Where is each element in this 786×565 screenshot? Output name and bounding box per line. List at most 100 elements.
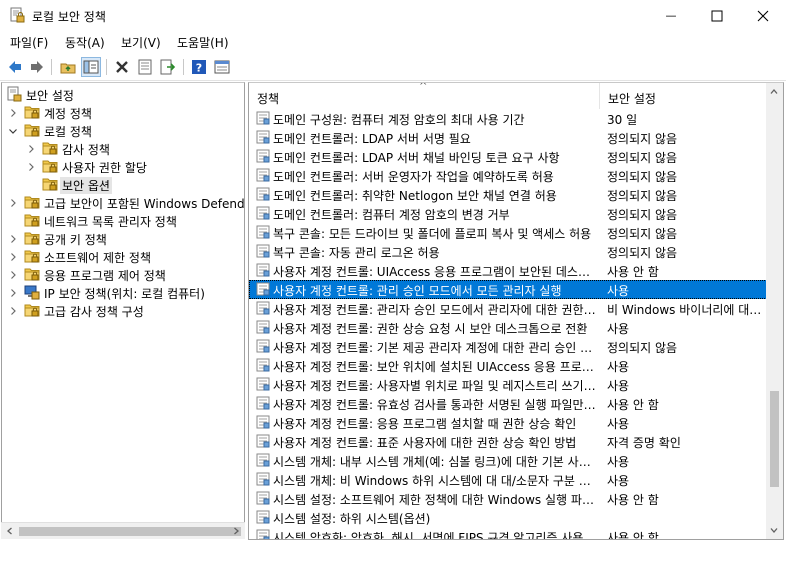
properties-button[interactable] <box>135 57 155 77</box>
column-header-security-setting[interactable]: 보안 설정 <box>600 83 767 109</box>
policy-row[interactable]: 도메인 컨트롤러: 취약한 Netlogon 보안 채널 연결 허용 정의되지 않… <box>249 185 767 204</box>
scroll-left-icon[interactable] <box>5 526 15 536</box>
tree-item[interactable]: 소프트웨어 제한 정책 <box>2 247 244 265</box>
tree-item[interactable]: 감사 정책 <box>2 139 244 157</box>
policy-row[interactable]: 사용자 계정 컨트롤: UIAccess 응용 프로그램이 보안된 데스크톱을 … <box>249 261 767 280</box>
folder-icon <box>24 230 40 246</box>
policy-row[interactable]: 사용자 계정 컨트롤: 표준 사용자에 대한 권한 상승 확인 방법 자격 증명 … <box>249 432 767 451</box>
policy-row[interactable]: 사용자 계정 컨트롤: 관리 승인 모드에서 모든 관리자 실행 사용 <box>249 280 767 299</box>
tree-item[interactable]: 네트워크 목록 관리자 정책 <box>2 211 244 229</box>
close-button[interactable] <box>740 0 786 31</box>
policy-row[interactable]: 사용자 계정 컨트롤: 사용자별 위치로 파일 및 레지스트리 쓰기 실패 가상… <box>249 375 767 394</box>
policy-icon <box>256 396 270 410</box>
tree-item[interactable]: 응용 프로그램 제어 정책 <box>2 265 244 283</box>
policy-row[interactable]: 사용자 계정 컨트롤: 권한 상승 요청 시 보안 데스크톱으로 전환 사용 <box>249 318 767 337</box>
menu-action[interactable]: 동작(A) <box>65 34 105 51</box>
policy-row[interactable]: 사용자 계정 컨트롤: 유효성 검사를 통과한 서명된 실행 파일만 권한 상승… <box>249 394 767 413</box>
policy-row[interactable]: 사용자 계정 컨트롤: 기본 제공 관리자 계정에 대한 관리 승인 모드 정의되… <box>249 337 767 356</box>
delete-button[interactable] <box>112 57 132 77</box>
up-folder-button[interactable] <box>58 57 78 77</box>
policy-icon <box>256 339 270 353</box>
tree-item[interactable]: 보안 옵션 <box>2 175 244 194</box>
list-vertical-scrollbar[interactable] <box>766 83 783 539</box>
policy-row[interactable]: 복구 콘솔: 자동 관리 로그온 허용 정의되지 않음 <box>249 242 767 261</box>
policy-row[interactable]: 사용자 계정 컨트롤: 보안 위치에 설치된 UIAccess 응용 프로그램만… <box>249 356 767 375</box>
policy-row[interactable]: 시스템 설정: 소프트웨어 제한 정책에 대한 Windows 실행 파일에 인… <box>249 489 767 508</box>
expand-chevron-icon[interactable] <box>8 107 18 117</box>
scroll-right-icon[interactable] <box>231 526 241 536</box>
policy-row[interactable]: 도메인 컨트롤러: 컴퓨터 계정 암호의 변경 거부 정의되지 않음 <box>249 204 767 223</box>
expand-chevron-icon[interactable] <box>8 305 18 315</box>
minimize-icon: — <box>665 9 677 22</box>
menu-help[interactable]: 도움말(H) <box>177 34 229 51</box>
policy-name: 사용자 계정 컨트롤: 사용자별 위치로 파일 및 레지스트리 쓰기 실패 가상… <box>273 379 599 393</box>
maximize-button[interactable] <box>694 0 740 31</box>
scroll-up-icon[interactable] <box>769 87 779 97</box>
folder-icon <box>42 176 58 192</box>
console-button[interactable] <box>212 57 232 77</box>
expand-chevron-icon[interactable] <box>8 287 18 297</box>
policy-name: 사용자 계정 컨트롤: 보안 위치에 설치된 UIAccess 응용 프로그램만… <box>273 360 599 374</box>
policy-setting: 정의되지 않음 <box>607 189 678 203</box>
tree-item[interactable]: 고급 보안이 포함된 Windows Defende <box>2 193 244 211</box>
tree-item[interactable]: 계정 정책 <box>2 103 244 121</box>
policy-row[interactable]: 시스템 개체: 비 Windows 하위 시스템에 대 대/소문자 구분 필요 사… <box>249 470 767 489</box>
expand-chevron-icon[interactable] <box>26 161 36 171</box>
expand-chevron-icon[interactable] <box>8 197 18 207</box>
policy-setting: 정의되지 않음 <box>607 132 678 146</box>
back-button[interactable] <box>5 57 25 77</box>
tree-item[interactable]: 공개 키 정책 <box>2 229 244 247</box>
column-header-policy[interactable]: 정책 ^ <box>249 83 600 109</box>
menu-view[interactable]: 보기(V) <box>121 34 161 51</box>
policy-name: 도메인 컨트롤러: 취약한 Netlogon 보안 채널 연결 허용 <box>273 189 557 203</box>
tree-item[interactable]: IP 보안 정책(위치: 로컬 컴퓨터) <box>2 283 244 301</box>
help-button[interactable]: ? <box>189 57 209 77</box>
policy-setting: 사용 <box>607 417 630 431</box>
policy-icon <box>256 149 270 163</box>
policy-row[interactable]: 사용자 계정 컨트롤: 응용 프로그램 설치할 때 권한 상승 확인 사용 <box>249 413 767 432</box>
policy-name: 복구 콘솔: 자동 관리 로그온 허용 <box>273 246 440 260</box>
collapse-chevron-icon[interactable] <box>8 125 18 135</box>
policy-icon <box>256 434 270 448</box>
properties-icon <box>138 59 152 75</box>
policy-name: 시스템 개체: 비 Windows 하위 시스템에 대 대/소문자 구분 필요 <box>273 474 599 488</box>
tree-item[interactable]: 보안 설정 <box>2 85 244 103</box>
expand-chevron-icon[interactable] <box>8 269 18 279</box>
scroll-thumb[interactable] <box>19 527 241 536</box>
policy-row[interactable]: 복구 콘솔: 모든 드라이브 및 폴더에 플로피 복사 및 액세스 허용 정의되지… <box>249 223 767 242</box>
tree-horizontal-scrollbar[interactable] <box>1 522 245 539</box>
tree-item[interactable]: 로컬 정책 <box>2 121 244 139</box>
policy-row[interactable]: 시스템 개체: 내부 시스템 개체(예: 심볼 링크)에 대한 기본 사용 권한… <box>249 451 767 470</box>
tree-item[interactable]: 사용자 권한 할당 <box>2 157 244 175</box>
policy-row[interactable]: 도메인 구성원: 컴퓨터 계정 암호의 최대 사용 기간 30 일 <box>249 109 767 128</box>
tree-item-label: 보안 설정 <box>26 89 74 103</box>
policy-icon <box>256 187 270 201</box>
policy-name: 사용자 계정 컨트롤: 응용 프로그램 설치할 때 권한 상승 확인 <box>273 417 577 431</box>
policy-row[interactable]: 도메인 컨트롤러: 서버 운영자가 작업을 예약하도록 허용 정의되지 않음 <box>249 166 767 185</box>
tree-item-label: 보안 옵션 <box>60 177 112 194</box>
expand-chevron-icon[interactable] <box>26 143 36 153</box>
folder-icon <box>24 302 40 318</box>
policy-row[interactable]: 시스템 설정: 하위 시스템(옵션) <box>249 508 767 527</box>
policy-row[interactable]: 사용자 계정 컨트롤: 관리자 승인 모드에서 관리자에 대한 권한 상승 확인… <box>249 299 767 318</box>
tree-item[interactable]: 고급 감사 정책 구성 <box>2 301 244 319</box>
policy-row[interactable]: 시스템 암호화: 암호화, 해시, 서명에 FIPS 규격 알고리즘 사용 사용 … <box>249 527 767 539</box>
forward-button[interactable] <box>27 57 47 77</box>
expand-chevron-icon[interactable] <box>8 251 18 261</box>
policy-list-pane: 정책 ^ 보안 설정 도메인 구성원: 컴퓨터 계정 암호의 최대 사용 기간 3… <box>248 82 784 540</box>
scroll-down-icon[interactable] <box>769 525 779 535</box>
policy-setting: 사용 안 함 <box>607 493 659 507</box>
policy-row[interactable]: 도메인 컨트롤러: LDAP 서버 서명 필요 정의되지 않음 <box>249 128 767 147</box>
policy-row[interactable]: 도메인 컨트롤러: LDAP 서버 채널 바인딩 토큰 요구 사항 정의되지 않음 <box>249 147 767 166</box>
scroll-thumb[interactable] <box>770 391 779 487</box>
show-hide-tree-button[interactable] <box>81 57 101 77</box>
tree-item-label: 고급 감사 정책 구성 <box>44 305 144 319</box>
up-folder-icon <box>60 63 76 74</box>
export-button[interactable] <box>158 57 178 77</box>
policy-icon <box>256 377 270 391</box>
expand-chevron-icon[interactable] <box>8 233 18 243</box>
tree-item-label: 네트워크 목록 관리자 정책 <box>44 215 177 229</box>
minimize-button[interactable]: — <box>648 0 694 31</box>
folder-icon <box>24 122 40 138</box>
menu-file[interactable]: 파일(F) <box>10 34 48 51</box>
